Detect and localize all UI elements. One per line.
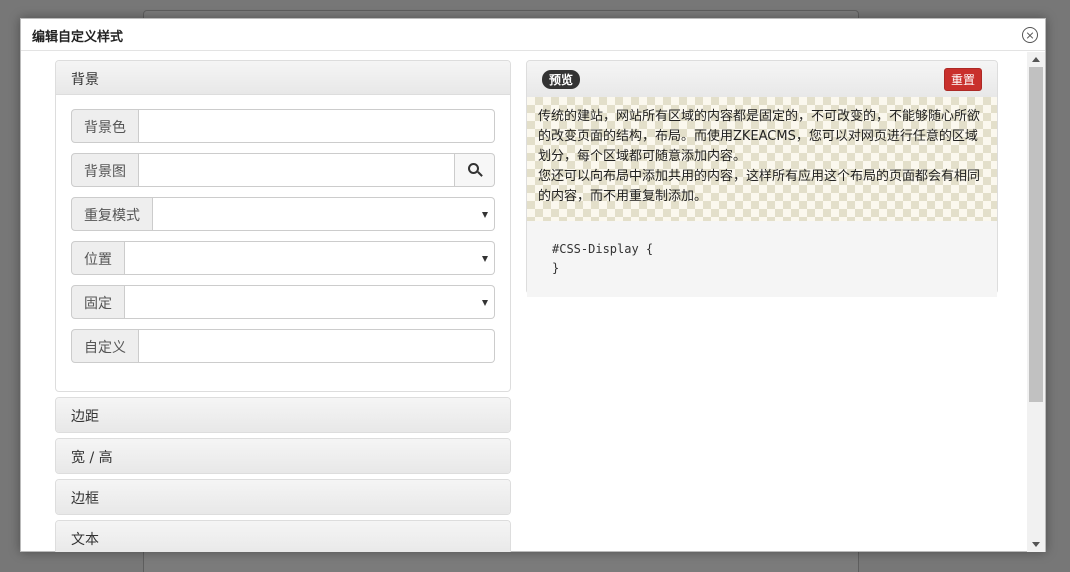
dialog-scrollbar[interactable]	[1027, 52, 1045, 552]
dialog-body: 背景 背景色 背景图 重复模式 位置 固定 自定义 边距 宽 / 高 边框 文本…	[21, 52, 1027, 552]
panel-heading-border[interactable]: 边框	[56, 480, 510, 514]
dialog-header: 编辑自定义样式	[21, 19, 1045, 51]
panel-margin: 边距	[55, 397, 511, 433]
preview-panel: 预览 重置 传统的建站，网站所有区域的内容都是固定的，不可改变的，不能够随心所欲…	[526, 60, 998, 297]
caret-down-icon	[482, 300, 488, 306]
panel-background: 背景 背景色 背景图 重复模式 位置 固定 自定义	[55, 60, 511, 392]
position-label: 位置	[71, 241, 125, 275]
scroll-thumb[interactable]	[1029, 67, 1043, 402]
bg-image-group: 背景图	[71, 153, 495, 187]
reset-button[interactable]: 重置	[943, 68, 982, 91]
attachment-label: 固定	[71, 285, 125, 319]
custom-input[interactable]	[139, 329, 495, 363]
preview-header: 预览 重置	[527, 61, 997, 97]
edit-style-dialog: 编辑自定义样式 背景 背景色 背景图 重复模式 位置 固定 自定义 边距 宽 /…	[20, 18, 1046, 552]
panel-heading-background[interactable]: 背景	[56, 61, 510, 95]
close-icon[interactable]	[1022, 27, 1038, 43]
css-code: #CSS-Display { }	[527, 221, 997, 297]
bg-image-input[interactable]	[139, 153, 455, 187]
attachment-select[interactable]	[125, 285, 495, 319]
panel-size: 宽 / 高	[55, 438, 511, 474]
preview-paragraph: 您还可以向布局中添加共用的内容，这样所有应用这个布局的页面都会有相同的内容，而不…	[538, 169, 981, 204]
panel-text: 文本	[55, 520, 511, 552]
attachment-group: 固定	[71, 285, 495, 319]
bg-image-label: 背景图	[71, 153, 139, 187]
css-code-line: #CSS-Display {	[552, 242, 654, 256]
repeat-label: 重复模式	[71, 197, 153, 231]
dialog-title: 编辑自定义样式	[32, 30, 124, 45]
panel-heading-size[interactable]: 宽 / 高	[56, 439, 510, 473]
search-button[interactable]	[455, 153, 495, 187]
preview-badge: 预览	[542, 70, 581, 89]
preview-display: 传统的建站，网站所有区域的内容都是固定的，不可改变的，不能够随心所欲的改变页面的…	[527, 97, 997, 221]
caret-down-icon	[482, 212, 488, 218]
style-accordion: 背景 背景色 背景图 重复模式 位置 固定 自定义 边距 宽 / 高 边框 文本	[55, 60, 511, 552]
custom-group: 自定义	[71, 329, 495, 363]
position-group: 位置	[71, 241, 495, 275]
bg-color-label: 背景色	[71, 109, 139, 143]
panel-border: 边框	[55, 479, 511, 515]
repeat-group: 重复模式	[71, 197, 495, 231]
preview-paragraph: 传统的建站，网站所有区域的内容都是固定的，不可改变的，不能够随心所欲的改变页面的…	[538, 109, 981, 164]
panel-heading-margin[interactable]: 边距	[56, 398, 510, 432]
bg-color-group: 背景色	[71, 109, 495, 143]
css-code-line: }	[552, 261, 560, 275]
panel-content-background: 背景色 背景图 重复模式 位置 固定 自定义	[56, 95, 510, 391]
bg-color-input[interactable]	[139, 109, 495, 143]
panel-heading-text[interactable]: 文本	[56, 521, 510, 552]
repeat-select[interactable]	[153, 197, 495, 231]
caret-down-icon	[482, 256, 488, 262]
scroll-down-icon[interactable]	[1032, 542, 1040, 547]
scroll-up-icon[interactable]	[1032, 57, 1040, 62]
custom-label: 自定义	[71, 329, 139, 363]
position-select[interactable]	[125, 241, 495, 275]
